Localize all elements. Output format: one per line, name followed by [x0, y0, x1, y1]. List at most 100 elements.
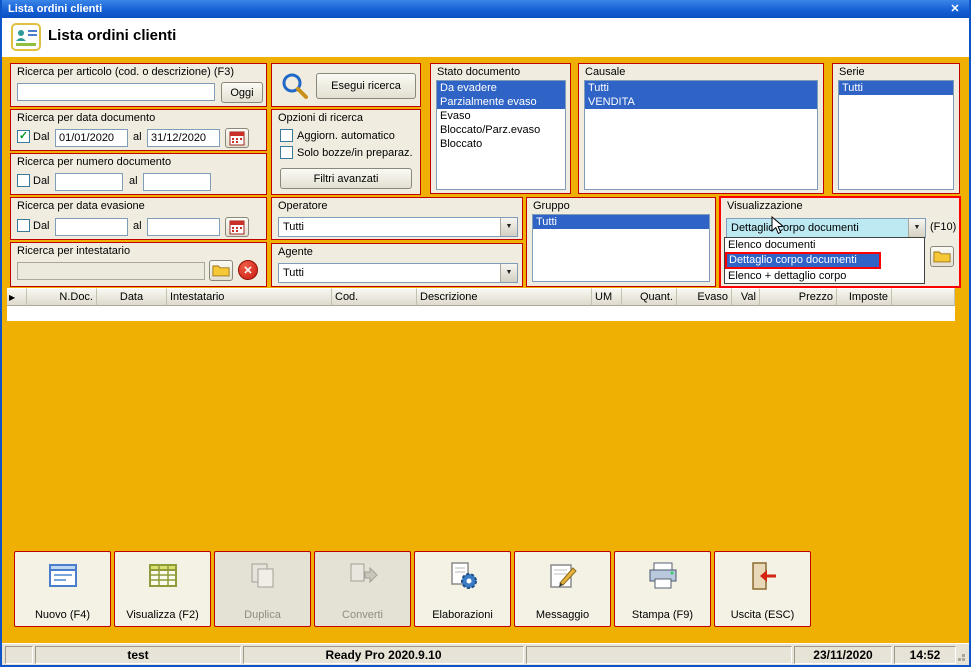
- statusbar: test Ready Pro 2020.9.10 23/11/2020 14:5…: [2, 643, 969, 665]
- column-header-imposte[interactable]: Imposte: [837, 288, 892, 306]
- calendar-button[interactable]: [225, 128, 249, 148]
- al-label: al: [133, 220, 142, 232]
- button-label: Converti: [342, 609, 383, 621]
- list-item[interactable]: Da evadere: [437, 81, 565, 95]
- dal-label: Dal: [33, 175, 50, 187]
- folder-icon: [212, 265, 230, 277]
- app-window: Lista ordini clienti ✕ Lista ordini clie…: [0, 0, 971, 667]
- exit-door-icon: [751, 562, 776, 590]
- mouse-cursor: [771, 216, 784, 235]
- list-item[interactable]: VENDITA: [585, 95, 817, 109]
- panel-label: Ricerca per data documento: [17, 112, 156, 124]
- clear-intestatario-icon[interactable]: ✕: [238, 260, 258, 280]
- column-header-data[interactable]: Data: [97, 288, 167, 306]
- panel-data-evasione: Ricerca per data evasione Dal al: [10, 197, 267, 240]
- row-indicator-icon: ▶: [7, 288, 27, 306]
- solo-bozze-label: Solo bozze/in preparaz.: [297, 147, 413, 159]
- column-header-quant[interactable]: Quant.: [622, 288, 677, 306]
- statusbar-cell-blank: [5, 646, 33, 664]
- list-item[interactable]: Tutti: [585, 81, 817, 95]
- resize-grip[interactable]: [962, 658, 965, 661]
- dal-label: Dal: [33, 220, 50, 232]
- list-item[interactable]: Tutti: [839, 81, 953, 95]
- window-title: Lista ordini clienti: [8, 3, 103, 15]
- uscita-button[interactable]: Uscita (ESC): [714, 551, 811, 627]
- dal-checkbox[interactable]: [17, 130, 30, 143]
- button-label: Messaggio: [535, 609, 590, 621]
- solo-bozze-checkbox[interactable]: [280, 146, 293, 159]
- panel-label: Stato documento: [437, 66, 521, 78]
- visualizza-button[interactable]: Visualizza (F2): [114, 551, 211, 627]
- chevron-down-icon[interactable]: [500, 264, 517, 282]
- dropdown-option[interactable]: Elenco documenti: [725, 238, 924, 252]
- al-label: al: [129, 175, 138, 187]
- panel-label: Agente: [278, 246, 313, 258]
- num-doc-from-input[interactable]: [55, 173, 123, 191]
- statusbar-time: 14:52: [894, 646, 956, 664]
- agente-select[interactable]: Tutti: [278, 263, 518, 283]
- messaggio-button[interactable]: Messaggio: [514, 551, 611, 627]
- panel-label: Operatore: [278, 200, 328, 212]
- column-header-cod[interactable]: Cod.: [332, 288, 417, 306]
- panel-label: Visualizzazione: [727, 200, 803, 212]
- list-item[interactable]: Bloccato/Parz.evaso: [437, 123, 565, 137]
- data-evas-from-input[interactable]: [55, 218, 128, 236]
- statusbar-version: Ready Pro 2020.9.10: [243, 646, 524, 664]
- panel-data-documento: Ricerca per data documento Dal al: [10, 109, 267, 151]
- panel-stato-documento: Stato documento Da evadere Parzialmente …: [430, 63, 571, 194]
- dal-checkbox[interactable]: [17, 174, 30, 187]
- elaborazioni-button[interactable]: Elaborazioni: [414, 551, 511, 627]
- list-item[interactable]: Parzialmente evaso: [437, 95, 565, 109]
- dropdown-option[interactable]: Elenco + dettaglio corpo: [725, 269, 924, 283]
- list-item[interactable]: Evaso: [437, 109, 565, 123]
- column-header-prezzo[interactable]: Prezzo: [760, 288, 837, 306]
- stampa-button[interactable]: Stampa (F9): [614, 551, 711, 627]
- column-header-um[interactable]: UM: [592, 288, 622, 306]
- num-doc-to-input[interactable]: [143, 173, 211, 191]
- chevron-down-icon[interactable]: [908, 219, 925, 237]
- column-header-intestatario[interactable]: Intestatario: [167, 288, 332, 306]
- close-icon[interactable]: ✕: [947, 0, 963, 18]
- panel-label: Opzioni di ricerca: [278, 112, 363, 124]
- titlebar[interactable]: Lista ordini clienti ✕: [2, 0, 969, 18]
- nuovo-button[interactable]: Nuovo (F4): [14, 551, 111, 627]
- results-table-header: ▶ N.Doc. Data Intestatario Cod. Descrizi…: [7, 288, 955, 306]
- duplicate-icon: [251, 563, 273, 588]
- chevron-down-icon[interactable]: [500, 218, 517, 236]
- data-doc-to-input[interactable]: [147, 129, 220, 147]
- column-header-evaso[interactable]: Evaso: [677, 288, 732, 306]
- folder-icon: [933, 251, 951, 263]
- convert-icon: [350, 563, 378, 584]
- dropdown-option-row: Dettaglio corpo documenti: [725, 252, 924, 269]
- articolo-input[interactable]: [17, 83, 215, 101]
- printer-icon: [649, 562, 676, 589]
- statusbar-cell-spacer: [526, 646, 792, 664]
- column-header-ndoc[interactable]: N.Doc.: [27, 288, 97, 306]
- panel-ricerca-articolo: Ricerca per articolo (cod. o descrizione…: [10, 63, 267, 107]
- data-evas-to-input[interactable]: [147, 218, 220, 236]
- esegui-ricerca-button[interactable]: Esegui ricerca: [316, 73, 416, 99]
- dropdown-option-selected[interactable]: Dettaglio corpo documenti: [725, 252, 881, 269]
- calendar-button[interactable]: [225, 217, 249, 237]
- column-header-descrizione[interactable]: Descrizione: [417, 288, 592, 306]
- operatore-select[interactable]: Tutti: [278, 217, 518, 237]
- panel-label: Ricerca per numero documento: [17, 156, 172, 168]
- app-icon: [11, 23, 41, 51]
- list-item[interactable]: Tutti: [533, 215, 709, 229]
- column-header-val[interactable]: Val: [732, 288, 760, 306]
- oggi-button[interactable]: Oggi: [221, 82, 263, 103]
- panel-label: Causale: [585, 66, 626, 78]
- visualizzazione-folder-button[interactable]: [930, 246, 954, 267]
- panel-label: Ricerca per data evasione: [17, 200, 145, 212]
- panel-numero-documento: Ricerca per numero documento Dal al: [10, 153, 267, 195]
- dal-checkbox[interactable]: [17, 219, 30, 232]
- browse-intestatario-button[interactable]: [209, 260, 233, 281]
- panel-label: Ricerca per intestatario: [17, 245, 131, 257]
- search-icon[interactable]: [280, 71, 310, 101]
- empty-table-row: [7, 306, 955, 321]
- filtri-avanzati-button[interactable]: Filtri avanzati: [280, 168, 412, 189]
- visualizzazione-select[interactable]: Dettaglio corpo documenti: [726, 218, 926, 238]
- data-doc-from-input[interactable]: [55, 129, 128, 147]
- list-item[interactable]: Bloccato: [437, 137, 565, 151]
- aggiorn-automatico-checkbox[interactable]: [280, 129, 293, 142]
